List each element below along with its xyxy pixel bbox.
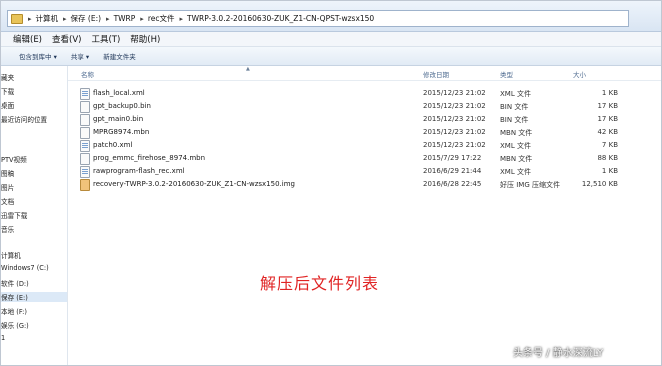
command-bar: 包含到库中 ▾ 共享 ▾ 新建文件夹 (1, 47, 661, 66)
file-name: rawprogram-flash_rec.xml (93, 167, 185, 175)
chevron-right-icon[interactable]: ▸ (179, 15, 183, 23)
file-list: ▲ 名称 修改日期 类型 大小 flash_local.xml 2015/12/… (68, 66, 661, 365)
xml-file-icon (80, 166, 90, 178)
xml-file-icon (80, 140, 90, 152)
file-date: 2015/12/23 21:02 (423, 141, 486, 149)
menu-view[interactable]: 查看(V) (52, 33, 81, 45)
file-name: gpt_backup0.bin (93, 102, 151, 110)
file-date: 2015/12/23 21:02 (423, 102, 486, 110)
table-row[interactable]: gpt_backup0.bin 2015/12/23 21:02 BIN 文件 … (68, 100, 661, 113)
chevron-right-icon[interactable]: ▸ (106, 15, 110, 23)
file-size: 42 KB (597, 128, 618, 136)
breadcrumb-computer[interactable]: 计算机 (36, 13, 59, 24)
file-date: 2015/12/23 21:02 (423, 128, 486, 136)
sidebar-item-computer[interactable]: 计算机 (1, 250, 21, 260)
menu-help[interactable]: 帮助(H) (130, 33, 160, 45)
table-row[interactable]: prog_emmc_firehose_8974.mbn 2015/7/29 17… (68, 152, 661, 165)
table-row[interactable]: flash_local.xml 2015/12/23 21:02 XML 文件 … (68, 87, 661, 100)
file-type: MBN 文件 (500, 129, 533, 137)
img-archive-icon (80, 179, 90, 191)
address-bar[interactable]: ▸ 计算机 ▸ 保存 (E:) ▸ TWRP ▸ rec文件 ▸ TWRP-3.… (7, 10, 629, 27)
file-date: 2015/12/23 21:02 (423, 89, 486, 97)
chevron-right-icon[interactable]: ▸ (140, 15, 144, 23)
navigation-pane: 藏夹 下载 桌面 最近访问的位置 PTV视频 图稿 图片 文档 迅雷下载 音乐 … (1, 66, 68, 365)
file-size: 7 KB (601, 141, 618, 149)
file-size: 17 KB (597, 102, 618, 110)
chevron-right-icon[interactable]: ▸ (63, 15, 67, 23)
file-date: 2015/12/23 21:02 (423, 115, 486, 123)
sidebar-item-drive-d[interactable]: 软件 (D:) (1, 278, 29, 288)
menu-edit[interactable]: 编辑(E) (13, 33, 42, 45)
file-date: 2015/7/29 17:22 (423, 154, 482, 162)
table-row[interactable]: gpt_main0.bin 2015/12/23 21:02 BIN 文件 17… (68, 113, 661, 126)
watermark: 头条号 / 静水深流LY (513, 348, 604, 359)
breadcrumb-twrp[interactable]: TWRP (114, 14, 136, 23)
column-header-type[interactable]: 类型 (500, 69, 513, 79)
sidebar-item-video[interactable]: PTV视频 (1, 154, 27, 164)
file-name: patch0.xml (93, 141, 133, 149)
share-button[interactable]: 共享 ▾ (71, 51, 89, 61)
table-row[interactable]: MPRG8974.mbn 2015/12/23 21:02 MBN 文件 42 … (68, 126, 661, 139)
sort-up-icon: ▲ (246, 66, 250, 72)
sidebar-item-drive-e[interactable]: 保存 (E:) (1, 292, 67, 302)
sidebar-item-downloads[interactable]: 下载 (1, 86, 14, 96)
sidebar-item-other[interactable]: 1 (1, 334, 5, 342)
file-type: BIN 文件 (500, 116, 529, 124)
file-date: 2016/6/29 21:44 (423, 167, 482, 175)
sidebar-item-drive-f[interactable]: 本地 (F:) (1, 306, 27, 316)
sidebar-item-thunder[interactable]: 迅雷下载 (1, 210, 27, 220)
file-name: recovery-TWRP-3.0.2-20160630-ZUK_Z1-CN-w… (93, 180, 295, 188)
sidebar-item-pictures[interactable]: 图片 (1, 182, 14, 192)
sidebar-item-desktop[interactable]: 桌面 (1, 100, 14, 110)
new-folder-button[interactable]: 新建文件夹 (103, 51, 136, 61)
column-header-date[interactable]: 修改日期 (423, 69, 449, 79)
mbn-file-icon (80, 153, 90, 165)
sidebar-item-drafts[interactable]: 图稿 (1, 168, 14, 178)
sidebar-item-recent[interactable]: 最近访问的位置 (1, 114, 47, 124)
breadcrumb-rec[interactable]: rec文件 (148, 13, 175, 24)
address-bar-row: ▸ 计算机 ▸ 保存 (E:) ▸ TWRP ▸ rec文件 ▸ TWRP-3.… (1, 1, 661, 32)
file-size: 1 KB (601, 89, 618, 97)
table-row[interactable]: rawprogram-flash_rec.xml 2016/6/29 21:44… (68, 165, 661, 178)
breadcrumb-current-folder[interactable]: TWRP-3.0.2-20160630-ZUK_Z1-CN-QPST-wzsx1… (187, 14, 374, 23)
bin-file-icon (80, 114, 90, 126)
file-name: flash_local.xml (93, 89, 145, 97)
sidebar-item-drive-c[interactable]: Windows7 (C:) (1, 264, 49, 272)
file-name: prog_emmc_firehose_8974.mbn (93, 154, 206, 162)
breadcrumb-drive-e[interactable]: 保存 (E:) (71, 13, 102, 24)
folder-icon (11, 13, 23, 24)
sidebar-item-music[interactable]: 音乐 (1, 224, 14, 234)
file-size: 88 KB (597, 154, 618, 162)
file-size: 17 KB (597, 115, 618, 123)
bin-file-icon (80, 101, 90, 113)
column-header-size[interactable]: 大小 (573, 69, 586, 79)
sidebar-item-drive-g[interactable]: 娱乐 (G:) (1, 320, 29, 330)
table-row[interactable]: patch0.xml 2015/12/23 21:02 XML 文件 7 KB (68, 139, 661, 152)
file-date: 2016/6/28 22:45 (423, 180, 482, 188)
file-size: 12,510 KB (581, 180, 618, 188)
file-type: BIN 文件 (500, 103, 529, 111)
file-type: XML 文件 (500, 168, 531, 176)
file-type: XML 文件 (500, 90, 531, 98)
file-type: MBN 文件 (500, 155, 533, 163)
column-header-name[interactable]: 名称 (81, 69, 94, 79)
xml-file-icon (80, 88, 90, 100)
table-row[interactable]: recovery-TWRP-3.0.2-20160630-ZUK_Z1-CN-w… (68, 178, 661, 191)
header-divider (68, 80, 661, 81)
sidebar-item-documents[interactable]: 文档 (1, 196, 14, 206)
mbn-file-icon (80, 127, 90, 139)
sidebar-item-favorites[interactable]: 藏夹 (1, 72, 14, 82)
chevron-right-icon[interactable]: ▸ (28, 15, 32, 23)
file-type: 好压 IMG 压缩文件 (500, 181, 560, 189)
include-in-library-button[interactable]: 包含到库中 ▾ (19, 51, 57, 61)
menu-bar: 编辑(E) 查看(V) 工具(T) 帮助(H) (1, 32, 661, 47)
file-size: 1 KB (601, 167, 618, 175)
file-name: MPRG8974.mbn (93, 128, 150, 136)
menu-tools[interactable]: 工具(T) (91, 33, 120, 45)
caption-text: 解压后文件列表 (260, 274, 380, 293)
file-type: XML 文件 (500, 142, 531, 150)
explorer-window: ▸ 计算机 ▸ 保存 (E:) ▸ TWRP ▸ rec文件 ▸ TWRP-3.… (0, 0, 662, 366)
file-name: gpt_main0.bin (93, 115, 144, 123)
